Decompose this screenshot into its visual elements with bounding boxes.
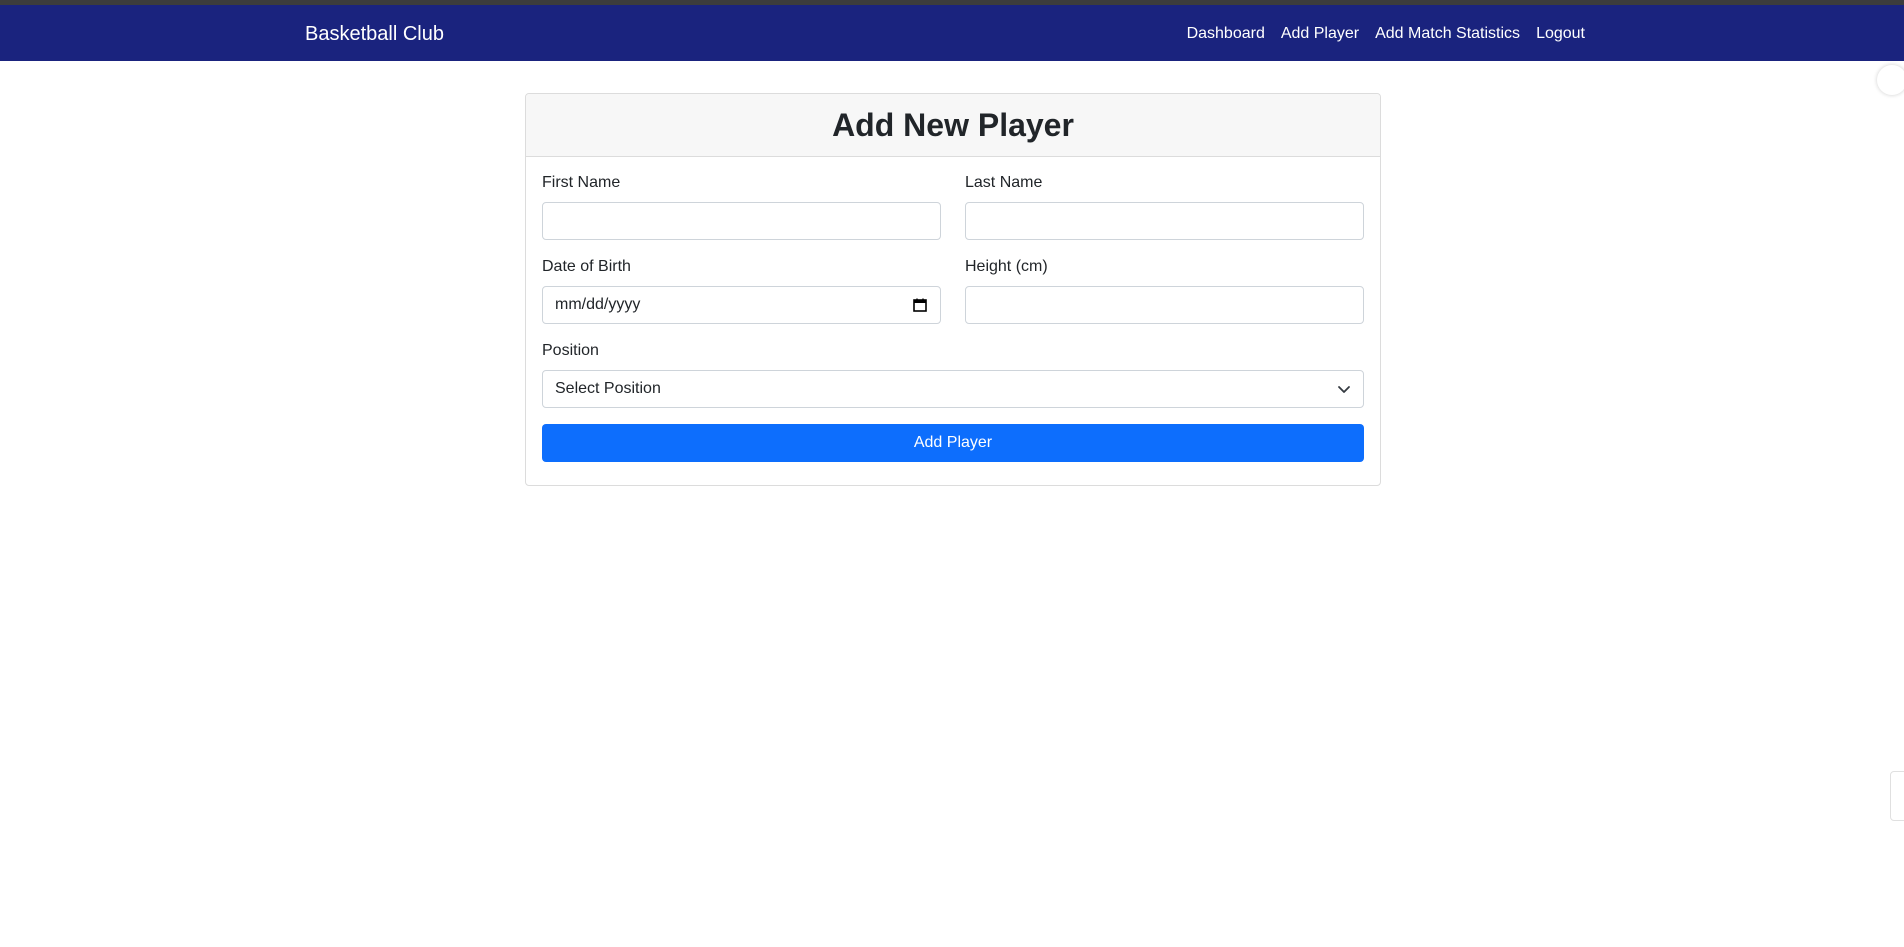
nav-link-add-match-statistics[interactable]: Add Match Statistics [1367, 24, 1528, 44]
height-group: Height (cm) [965, 257, 1364, 324]
nav-link-add-player[interactable]: Add Player [1273, 24, 1367, 44]
page-title: Add New Player [832, 107, 1074, 143]
position-label: Position [542, 342, 599, 359]
form-row-dob-height: Date of Birth mm/dd/yyyy Height (cm) [542, 257, 1364, 324]
position-selected-value: Select Position [555, 380, 661, 397]
card-header: Add New Player [526, 94, 1380, 157]
height-label: Height (cm) [965, 258, 1048, 275]
first-name-input[interactable] [542, 202, 941, 240]
nav-links: Dashboard Add Player Add Match Statistic… [1179, 24, 1593, 44]
add-player-card: Add New Player First Name Last Name Date… [525, 93, 1381, 486]
add-player-button[interactable]: Add Player [542, 424, 1364, 462]
dob-group: Date of Birth mm/dd/yyyy [542, 257, 941, 324]
height-input[interactable] [965, 286, 1364, 324]
dob-label: Date of Birth [542, 258, 631, 275]
extension-widget-icon[interactable] [1877, 65, 1904, 95]
last-name-label: Last Name [965, 174, 1043, 191]
position-select[interactable]: Select Position [542, 370, 1364, 408]
dob-placeholder: mm/dd/yyyy [555, 296, 641, 313]
form-row-names: First Name Last Name [542, 173, 1364, 240]
first-name-label: First Name [542, 174, 621, 191]
add-player-form: First Name Last Name Date of Birth mm/dd… [526, 157, 1380, 478]
nav-link-logout[interactable]: Logout [1528, 24, 1593, 44]
last-name-group: Last Name [965, 173, 1364, 240]
nav-link-dashboard[interactable]: Dashboard [1179, 24, 1273, 44]
navbar: Basketball Club Dashboard Add Player Add… [0, 5, 1904, 61]
last-name-input[interactable] [965, 202, 1364, 240]
position-group: Position Select Position [542, 341, 1364, 408]
dob-input[interactable]: mm/dd/yyyy [542, 286, 941, 324]
brand-link[interactable]: Basketball Club [305, 22, 444, 46]
chevron-down-icon [1337, 382, 1351, 396]
side-panel-tab[interactable] [1890, 771, 1904, 821]
calendar-icon[interactable] [912, 297, 928, 313]
first-name-group: First Name [542, 173, 941, 240]
